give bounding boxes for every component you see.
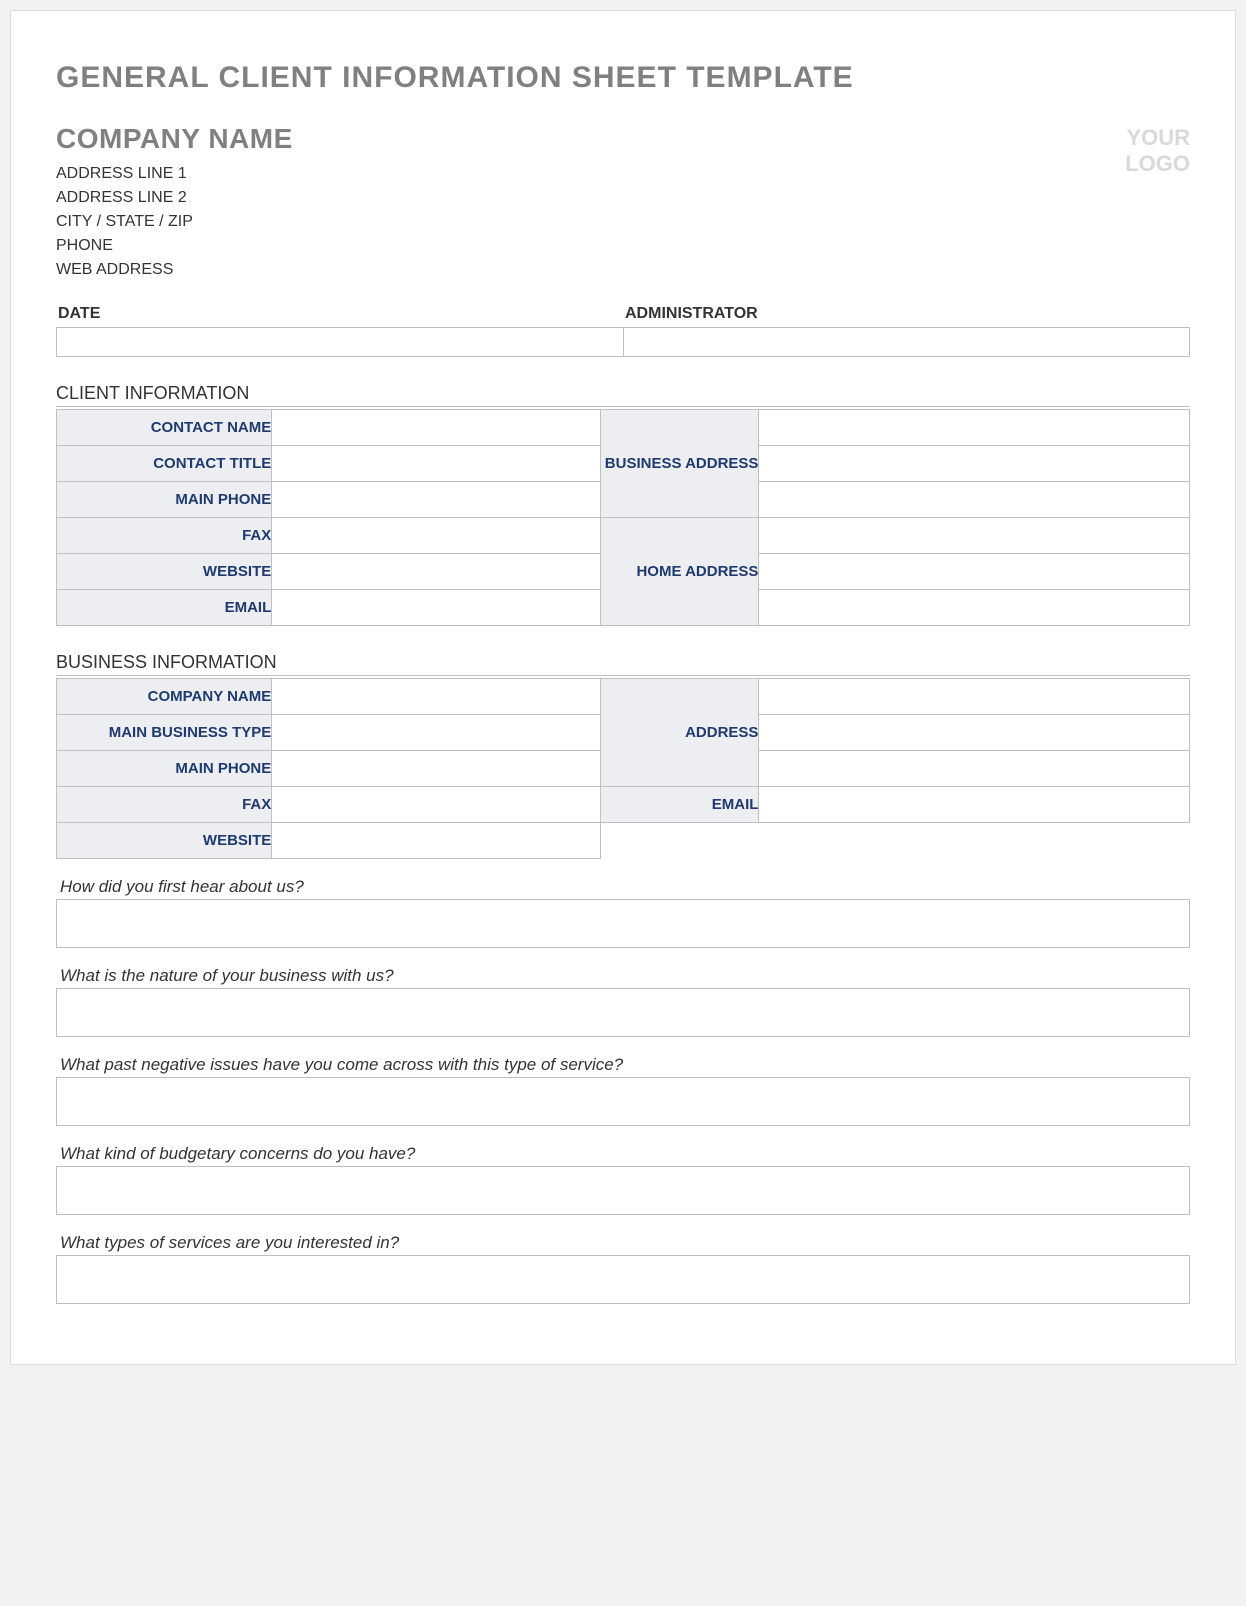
business-info-table: COMPANY NAME ADDRESS MAIN BUSINESS TYPE … [56,678,1190,859]
email-field[interactable] [272,590,601,626]
website-label: WEBSITE [57,554,272,590]
company-web: WEB ADDRESS [56,261,293,279]
contact-name-label: CONTACT NAME [57,410,272,446]
answer-5[interactable] [56,1256,1190,1304]
biz-fax-field[interactable] [272,787,601,823]
company-address-line-2: ADDRESS LINE 2 [56,189,293,207]
biz-main-phone-label: MAIN PHONE [57,751,272,787]
home-address-field-1[interactable] [759,518,1190,554]
question-5: What types of services are you intereste… [56,1233,1190,1256]
biz-email-field[interactable] [759,787,1190,823]
email-label: EMAIL [57,590,272,626]
answer-4[interactable] [56,1167,1190,1215]
main-phone-label: MAIN PHONE [57,482,272,518]
business-address-label: BUSINESS ADDRESS [600,410,759,518]
company-phone: PHONE [56,237,293,255]
home-address-field-2[interactable] [759,554,1190,590]
business-address-field-1[interactable] [759,410,1190,446]
company-block: COMPANY NAME ADDRESS LINE 1 ADDRESS LINE… [56,123,293,285]
biz-type-field[interactable] [272,715,601,751]
website-field[interactable] [272,554,601,590]
contact-title-label: CONTACT TITLE [57,446,272,482]
date-field[interactable] [56,327,623,357]
question-block-1: How did you first hear about us? [56,877,1190,948]
answer-2[interactable] [56,989,1190,1037]
business-address-field-3[interactable] [759,482,1190,518]
business-info-heading: BUSINESS INFORMATION [56,652,1190,676]
question-block-4: What kind of budgetary concerns do you h… [56,1144,1190,1215]
biz-website-field[interactable] [272,823,601,859]
contact-title-field[interactable] [272,446,601,482]
fax-label: FAX [57,518,272,554]
logo-line-2: LOGO [1125,151,1190,177]
fax-field[interactable] [272,518,601,554]
home-address-field-3[interactable] [759,590,1190,626]
answer-3[interactable] [56,1078,1190,1126]
question-block-2: What is the nature of your business with… [56,966,1190,1037]
company-city-state-zip: CITY / STATE / ZIP [56,213,293,231]
date-admin-row: DATE ADMINISTRATOR [56,305,1190,357]
biz-type-label: MAIN BUSINESS TYPE [57,715,272,751]
company-address-line-1: ADDRESS LINE 1 [56,165,293,183]
question-1: How did you first hear about us? [56,877,1190,900]
logo-placeholder: YOUR LOGO [1125,125,1190,178]
biz-company-name-field[interactable] [272,679,601,715]
form-page: GENERAL CLIENT INFORMATION SHEET TEMPLAT… [10,10,1236,1365]
biz-company-name-label: COMPANY NAME [57,679,272,715]
question-block-3: What past negative issues have you come … [56,1055,1190,1126]
administrator-field[interactable] [623,327,1190,357]
biz-address-label: ADDRESS [600,679,759,787]
date-label: DATE [56,305,623,323]
contact-name-field[interactable] [272,410,601,446]
question-2: What is the nature of your business with… [56,966,1190,989]
date-column: DATE [56,305,623,357]
biz-website-label: WEBSITE [57,823,272,859]
biz-main-phone-field[interactable] [272,751,601,787]
biz-address-field-3[interactable] [759,751,1190,787]
logo-line-1: YOUR [1125,125,1190,151]
biz-fax-label: FAX [57,787,272,823]
main-phone-field[interactable] [272,482,601,518]
administrator-label: ADMINISTRATOR [623,305,1190,323]
admin-column: ADMINISTRATOR [623,305,1190,357]
answer-1[interactable] [56,900,1190,948]
question-3: What past negative issues have you come … [56,1055,1190,1078]
header-row: COMPANY NAME ADDRESS LINE 1 ADDRESS LINE… [56,123,1190,285]
client-info-table: CONTACT NAME BUSINESS ADDRESS CONTACT TI… [56,409,1190,626]
question-4: What kind of budgetary concerns do you h… [56,1144,1190,1167]
document-title: GENERAL CLIENT INFORMATION SHEET TEMPLAT… [56,61,1190,95]
home-address-label: HOME ADDRESS [600,518,759,626]
company-name: COMPANY NAME [56,123,293,155]
biz-address-field-2[interactable] [759,715,1190,751]
biz-address-field-1[interactable] [759,679,1190,715]
client-info-heading: CLIENT INFORMATION [56,383,1190,407]
business-address-field-2[interactable] [759,446,1190,482]
question-block-5: What types of services are you intereste… [56,1233,1190,1304]
biz-email-label: EMAIL [600,787,759,823]
